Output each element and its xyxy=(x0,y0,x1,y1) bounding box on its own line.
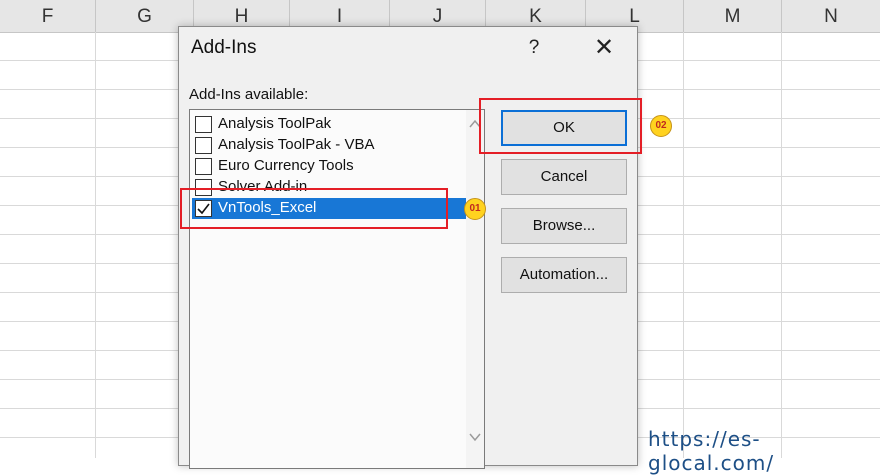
list-item-label: Analysis ToolPak xyxy=(218,115,332,132)
add-ins-listbox[interactable]: Analysis ToolPak Analysis ToolPak - VBA … xyxy=(189,109,485,469)
listbox-scrollbar[interactable] xyxy=(466,110,484,468)
checkbox-unchecked-icon[interactable] xyxy=(195,137,212,154)
add-ins-list-label: Add-Ins available: xyxy=(189,86,309,103)
highlight-box-vntools xyxy=(180,188,448,229)
browse-button[interactable]: Browse... xyxy=(501,208,627,244)
column-header-m[interactable]: M xyxy=(684,0,782,32)
step-badge-01: 01 xyxy=(464,198,486,220)
automation-button[interactable]: Automation... xyxy=(501,257,627,293)
step-badge-02: 02 xyxy=(650,115,672,137)
checkbox-unchecked-icon[interactable] xyxy=(195,116,212,133)
column-header-f[interactable]: F xyxy=(0,0,96,32)
list-item-euro-currency-tools[interactable]: Euro Currency Tools xyxy=(192,156,468,177)
checkbox-unchecked-icon[interactable] xyxy=(195,158,212,175)
cancel-button[interactable]: Cancel xyxy=(501,159,627,195)
list-item-analysis-toolpak-vba[interactable]: Analysis ToolPak - VBA xyxy=(192,135,468,156)
add-ins-dialog: Add-Ins ? ✕ Add-Ins available: Analysis … xyxy=(178,26,638,469)
highlight-box-ok xyxy=(479,98,642,154)
column-header-n[interactable]: N xyxy=(782,0,880,32)
list-item-analysis-toolpak[interactable]: Analysis ToolPak xyxy=(192,114,468,135)
scroll-down-arrow-icon[interactable] xyxy=(469,432,481,444)
watermark-url: https://es-glocal.com/ xyxy=(648,427,775,475)
close-button[interactable]: ✕ xyxy=(587,33,621,63)
dialog-title: Add-Ins xyxy=(191,37,257,58)
list-item-label: Analysis ToolPak - VBA xyxy=(218,136,375,153)
list-item-label: Euro Currency Tools xyxy=(218,157,354,174)
help-button[interactable]: ? xyxy=(519,33,549,63)
